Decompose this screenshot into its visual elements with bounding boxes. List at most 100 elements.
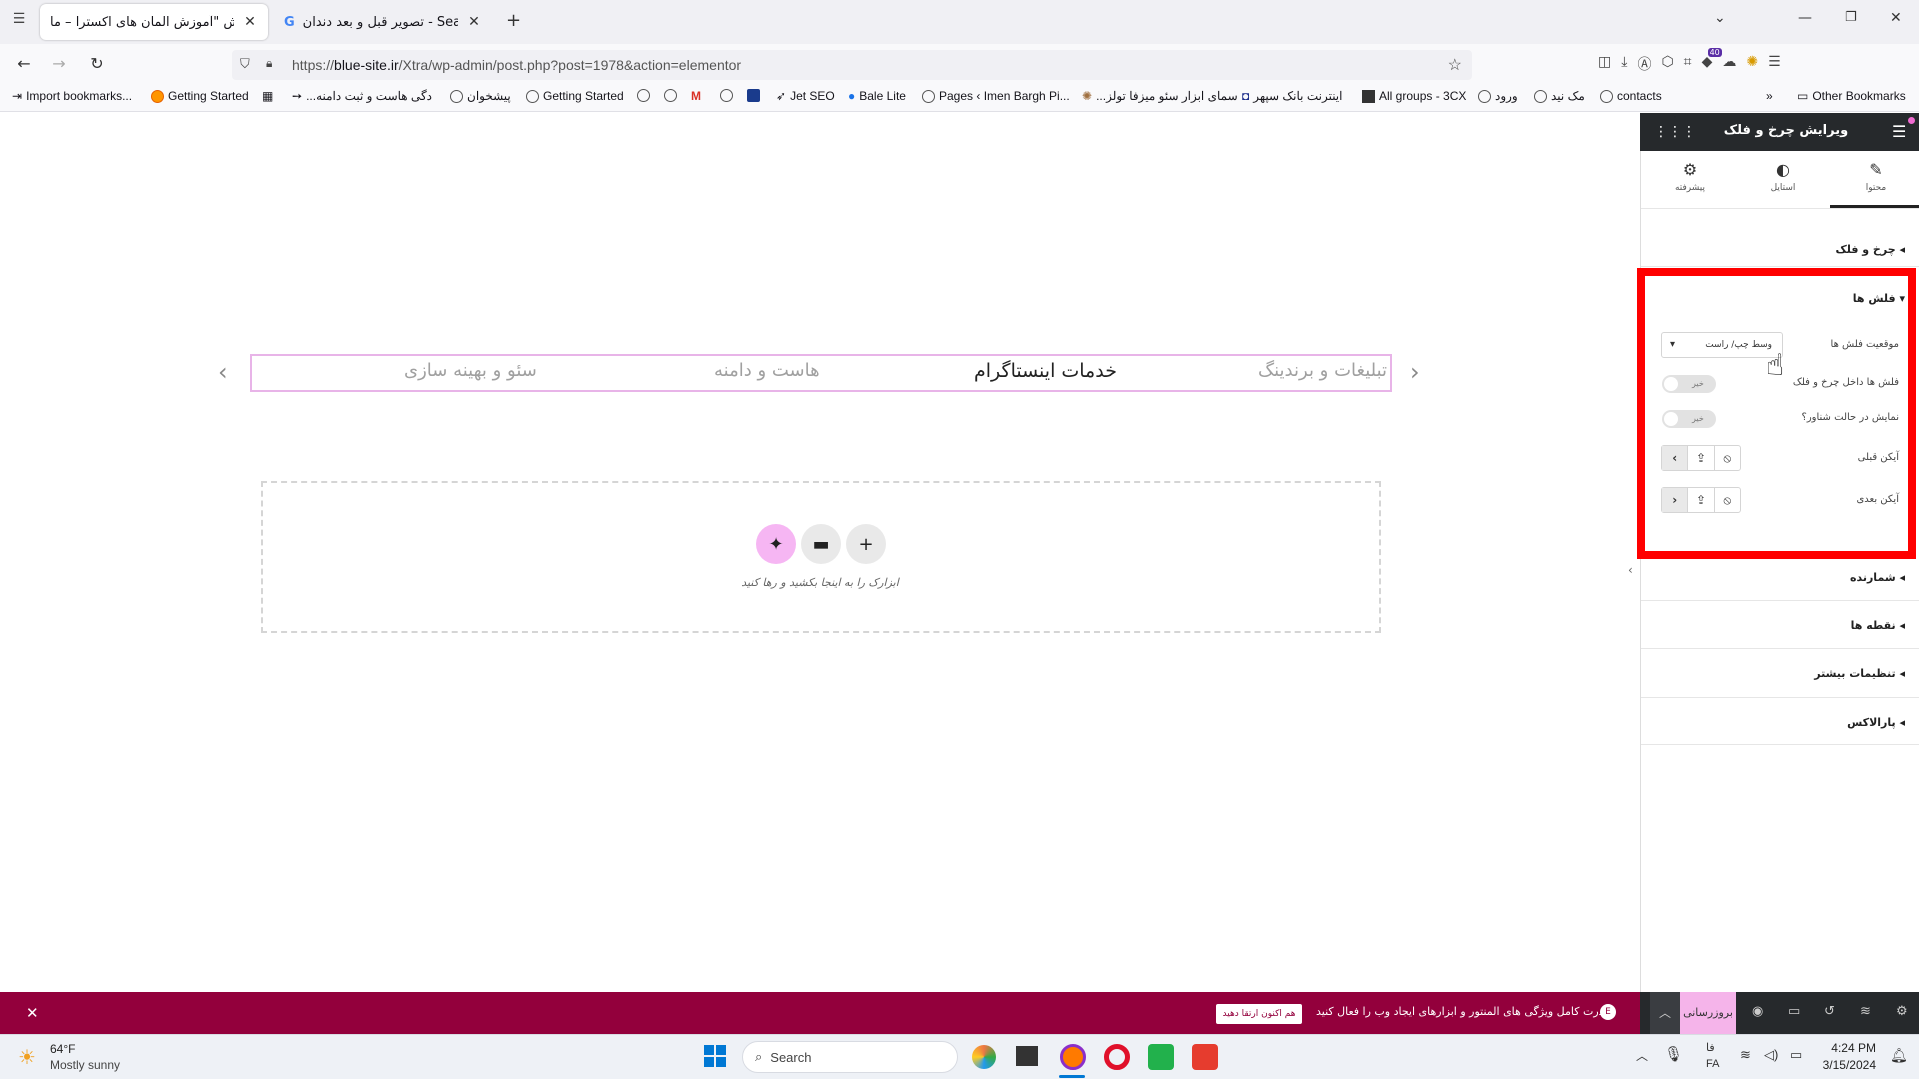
- bookmark-getting-started-2[interactable]: Getting Started: [526, 89, 624, 103]
- carousel-next-arrow[interactable]: ›: [1410, 358, 1420, 386]
- chevron-down-icon[interactable]: ⌄: [1714, 10, 1726, 26]
- bookmark-globe-3[interactable]: [720, 89, 733, 102]
- bookmark-getting-started[interactable]: Getting Started: [151, 89, 249, 103]
- star-icon[interactable]: ☆: [1448, 55, 1462, 75]
- firefox-taskbar-icon[interactable]: [1060, 1044, 1086, 1070]
- lock-icon[interactable]: 🔒︎: [266, 56, 272, 71]
- eye-icon[interactable]: ◉: [1752, 1004, 1763, 1019]
- restore-icon[interactable]: ❐: [1845, 10, 1857, 25]
- carousel-item[interactable]: سئو و بهینه سازی: [404, 360, 537, 381]
- wifi-icon[interactable]: ≋: [1740, 1047, 1751, 1063]
- addon-icon[interactable]: ✺: [1746, 54, 1758, 78]
- tray-chevron-icon[interactable]: ︿: [1636, 1047, 1648, 1064]
- arrows-inside-toggle[interactable]: خیر: [1662, 375, 1716, 393]
- close-icon[interactable]: ✕: [466, 14, 482, 30]
- chevron-right-icon[interactable]: ›: [1662, 488, 1688, 512]
- clock-date[interactable]: 3/15/2024: [1810, 1058, 1876, 1072]
- windows-start-icon[interactable]: [704, 1045, 726, 1067]
- arrows-position-select[interactable]: ▾ وسط چپ/ راست: [1661, 332, 1783, 358]
- close-icon[interactable]: ✕: [26, 1004, 39, 1022]
- account-icon[interactable]: Ⓐ: [1637, 54, 1651, 78]
- layers-icon[interactable]: ≋: [1860, 1004, 1871, 1019]
- battery-icon[interactable]: ▭: [1790, 1047, 1802, 1063]
- ai-sparkle-button[interactable]: ✦: [756, 524, 796, 564]
- prev-icon-picker[interactable]: ‹ ⇪ ⦸: [1661, 445, 1741, 471]
- settings-icon[interactable]: ⚙: [1896, 1004, 1908, 1019]
- cloud-icon[interactable]: ☁: [1722, 54, 1736, 78]
- section-counter[interactable]: شمارنده ◂: [1645, 571, 1905, 584]
- pocket-icon[interactable]: ◫: [1598, 54, 1611, 78]
- download-icon[interactable]: ⤓: [1621, 54, 1627, 78]
- back-icon[interactable]: ←: [11, 52, 37, 76]
- bookmark-pages[interactable]: Pages ‹ Imen Bargh Pi...: [922, 89, 1070, 103]
- tab-search[interactable]: G تصویر قبل و بعد دندان - Search ✕: [274, 4, 492, 40]
- bookmark-hosting[interactable]: ➙ ...دگی هاست و ثبت دامنه: [292, 89, 432, 103]
- bookmarks-overflow[interactable]: »: [1766, 89, 1773, 103]
- chevron-up-icon[interactable]: ︿: [1650, 992, 1680, 1034]
- forward-icon[interactable]: →: [46, 52, 72, 76]
- next-icon-picker[interactable]: › ⇪ ⦸: [1661, 487, 1741, 513]
- taskbar-search[interactable]: ⌕ Search: [742, 1041, 958, 1073]
- reload-icon[interactable]: ↻: [84, 52, 110, 76]
- none-icon[interactable]: ⦸: [1713, 446, 1740, 470]
- extension-icon[interactable]: ⬡: [1661, 54, 1673, 78]
- bookmark-globe-1[interactable]: [637, 89, 650, 102]
- add-section-button[interactable]: +: [846, 524, 886, 564]
- opera-icon[interactable]: [1104, 1044, 1130, 1070]
- tab-active[interactable]: ویرایش "آموزش المان های اکسترا – ما ✕: [40, 4, 268, 40]
- bookmark-bale-lite[interactable]: ● Bale Lite: [848, 89, 906, 103]
- show-floating-toggle[interactable]: خیر: [1662, 410, 1716, 428]
- bookmark-contacts[interactable]: contacts: [1600, 89, 1662, 103]
- shield-extension-icon[interactable]: ◆ 40: [1702, 48, 1722, 78]
- menu-icon[interactable]: ☰: [1768, 54, 1781, 78]
- upgrade-button[interactable]: هم اکنون ارتقا دهید: [1216, 1004, 1302, 1024]
- bookmark-import[interactable]: ⇥ Import bookmarks...: [12, 89, 132, 103]
- bookmark-jet-seo[interactable]: ➶ Jet SEO: [776, 89, 835, 103]
- crop-icon[interactable]: ⌗: [1684, 54, 1692, 78]
- section-parallax[interactable]: پارالاکس ◂: [1645, 716, 1905, 729]
- notification-icon[interactable]: 🔔︎: [1890, 1047, 1908, 1064]
- language-bottom[interactable]: FA: [1706, 1058, 1719, 1070]
- bookmark-login[interactable]: ورود: [1478, 89, 1518, 103]
- bookmark-calendar[interactable]: ▦: [262, 89, 273, 103]
- close-icon[interactable]: ✕: [242, 14, 258, 30]
- collapse-panel-icon[interactable]: ‹: [1628, 563, 1633, 577]
- bookmark-globe-2[interactable]: [664, 89, 677, 102]
- upload-icon[interactable]: ⇪: [1687, 488, 1713, 512]
- weather-icon[interactable]: ☀: [18, 1045, 36, 1070]
- carousel-item[interactable]: تبلیغات و برندینگ: [1258, 360, 1387, 381]
- carousel-item[interactable]: هاست و دامنه: [714, 360, 820, 381]
- camtasia-green-icon[interactable]: [1148, 1044, 1174, 1070]
- grid-icon[interactable]: ⋮⋮⋮: [1654, 124, 1696, 140]
- section-dots[interactable]: نقطه ها ◂: [1645, 619, 1905, 632]
- copilot-icon[interactable]: [972, 1045, 996, 1069]
- section-arrows[interactable]: فلش ها ▾: [1645, 292, 1905, 305]
- carousel-item-active[interactable]: خدمات اینستاگرام: [974, 360, 1117, 382]
- bookmark-sepehr[interactable]: ◘ اینترنت بانک سپهر: [1242, 89, 1342, 103]
- bookmark-other[interactable]: ▭ Other Bookmarks: [1797, 89, 1906, 103]
- new-tab-icon[interactable]: +: [506, 10, 521, 31]
- window-close-icon[interactable]: ✕: [1890, 10, 1902, 26]
- clock-time[interactable]: 4:24 PM: [1820, 1041, 1876, 1055]
- tab-advanced[interactable]: ⚙ پیشرفته: [1650, 160, 1730, 193]
- hamburger-icon[interactable]: ☰: [1892, 122, 1906, 141]
- template-button[interactable]: ▬: [801, 524, 841, 564]
- bookmark-seo-tools[interactable]: ✺ ...سمای ابزار سئو میزفا تولز: [1082, 89, 1238, 103]
- microphone-icon[interactable]: 🎙︎: [1664, 1045, 1683, 1063]
- file-explorer-icon[interactable]: [1016, 1046, 1038, 1066]
- section-carousel[interactable]: چرخ و فلک ◂: [1645, 243, 1905, 256]
- section-more-settings[interactable]: تنظیمات بیشتر ◂: [1645, 667, 1905, 680]
- tab-list-icon[interactable]: ☰: [8, 11, 30, 33]
- tab-style[interactable]: ◐ استایل: [1743, 160, 1823, 193]
- bookmark-app[interactable]: [747, 89, 760, 102]
- carousel-prev-arrow[interactable]: ‹: [218, 358, 228, 386]
- bookmark-3cx[interactable]: All groups - 3CX: [1362, 89, 1466, 103]
- history-icon[interactable]: ↺: [1824, 1004, 1835, 1019]
- language-top[interactable]: فا: [1706, 1041, 1715, 1054]
- volume-icon[interactable]: ◁): [1764, 1047, 1778, 1063]
- url-bar[interactable]: ⛉ 🔒︎ https://blue-site.ir/Xtra/wp-admin/…: [232, 50, 1472, 80]
- minimize-icon[interactable]: —: [1798, 10, 1812, 26]
- upload-icon[interactable]: ⇪: [1687, 446, 1713, 470]
- none-icon[interactable]: ⦸: [1713, 488, 1740, 512]
- shield-icon[interactable]: ⛉: [240, 56, 250, 72]
